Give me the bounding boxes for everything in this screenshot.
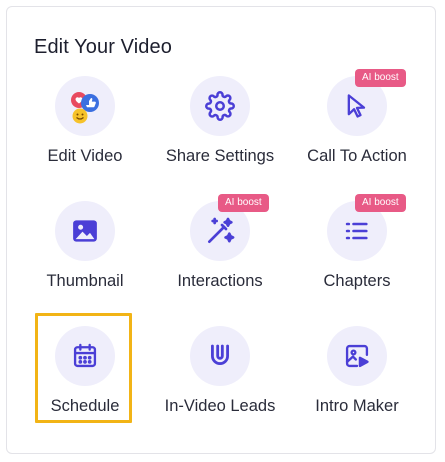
calendar-icon bbox=[71, 342, 99, 370]
ai-boost-badge: AI boost bbox=[218, 194, 269, 212]
magnet-icon bbox=[206, 342, 234, 370]
share-settings-tile[interactable]: Share Settings bbox=[158, 76, 282, 176]
ai-boost-badge: AI boost bbox=[355, 194, 406, 212]
ai-boost-badge: AI boost bbox=[355, 69, 406, 87]
list-icon bbox=[343, 217, 371, 245]
interactions-tile[interactable]: AI boost Interactions bbox=[158, 194, 282, 301]
image-icon bbox=[70, 216, 100, 246]
thumbnail-tile[interactable]: Thumbnail bbox=[23, 201, 147, 301]
panel-title: Edit Your Video bbox=[34, 36, 172, 58]
chapters-label: Chapters bbox=[323, 272, 391, 290]
video-image-icon bbox=[343, 342, 371, 370]
share-settings-icon-circle bbox=[190, 76, 250, 136]
emoji-reactions-icon bbox=[65, 84, 105, 128]
intro-maker-tile[interactable]: Intro Maker bbox=[295, 326, 419, 426]
cursor-arrow-icon bbox=[343, 92, 371, 120]
chapters-tile[interactable]: AI boost Chapters bbox=[295, 194, 419, 301]
edit-video-icon-circle bbox=[55, 76, 115, 136]
gear-icon bbox=[205, 91, 235, 121]
in-video-leads-icon-circle bbox=[190, 326, 250, 386]
call-to-action-label: Call To Action bbox=[307, 147, 407, 165]
magic-wand-icon bbox=[204, 215, 236, 247]
in-video-leads-tile[interactable]: In-Video Leads bbox=[158, 326, 282, 426]
schedule-tile[interactable]: Schedule bbox=[23, 326, 147, 426]
schedule-icon-circle bbox=[55, 326, 115, 386]
intro-maker-label: Intro Maker bbox=[315, 397, 399, 415]
edit-video-tile[interactable]: Edit Video bbox=[23, 76, 147, 176]
intro-maker-icon-circle bbox=[327, 326, 387, 386]
call-to-action-tile[interactable]: AI boost Call To Action bbox=[295, 69, 419, 176]
thumbnail-icon-circle bbox=[55, 201, 115, 261]
